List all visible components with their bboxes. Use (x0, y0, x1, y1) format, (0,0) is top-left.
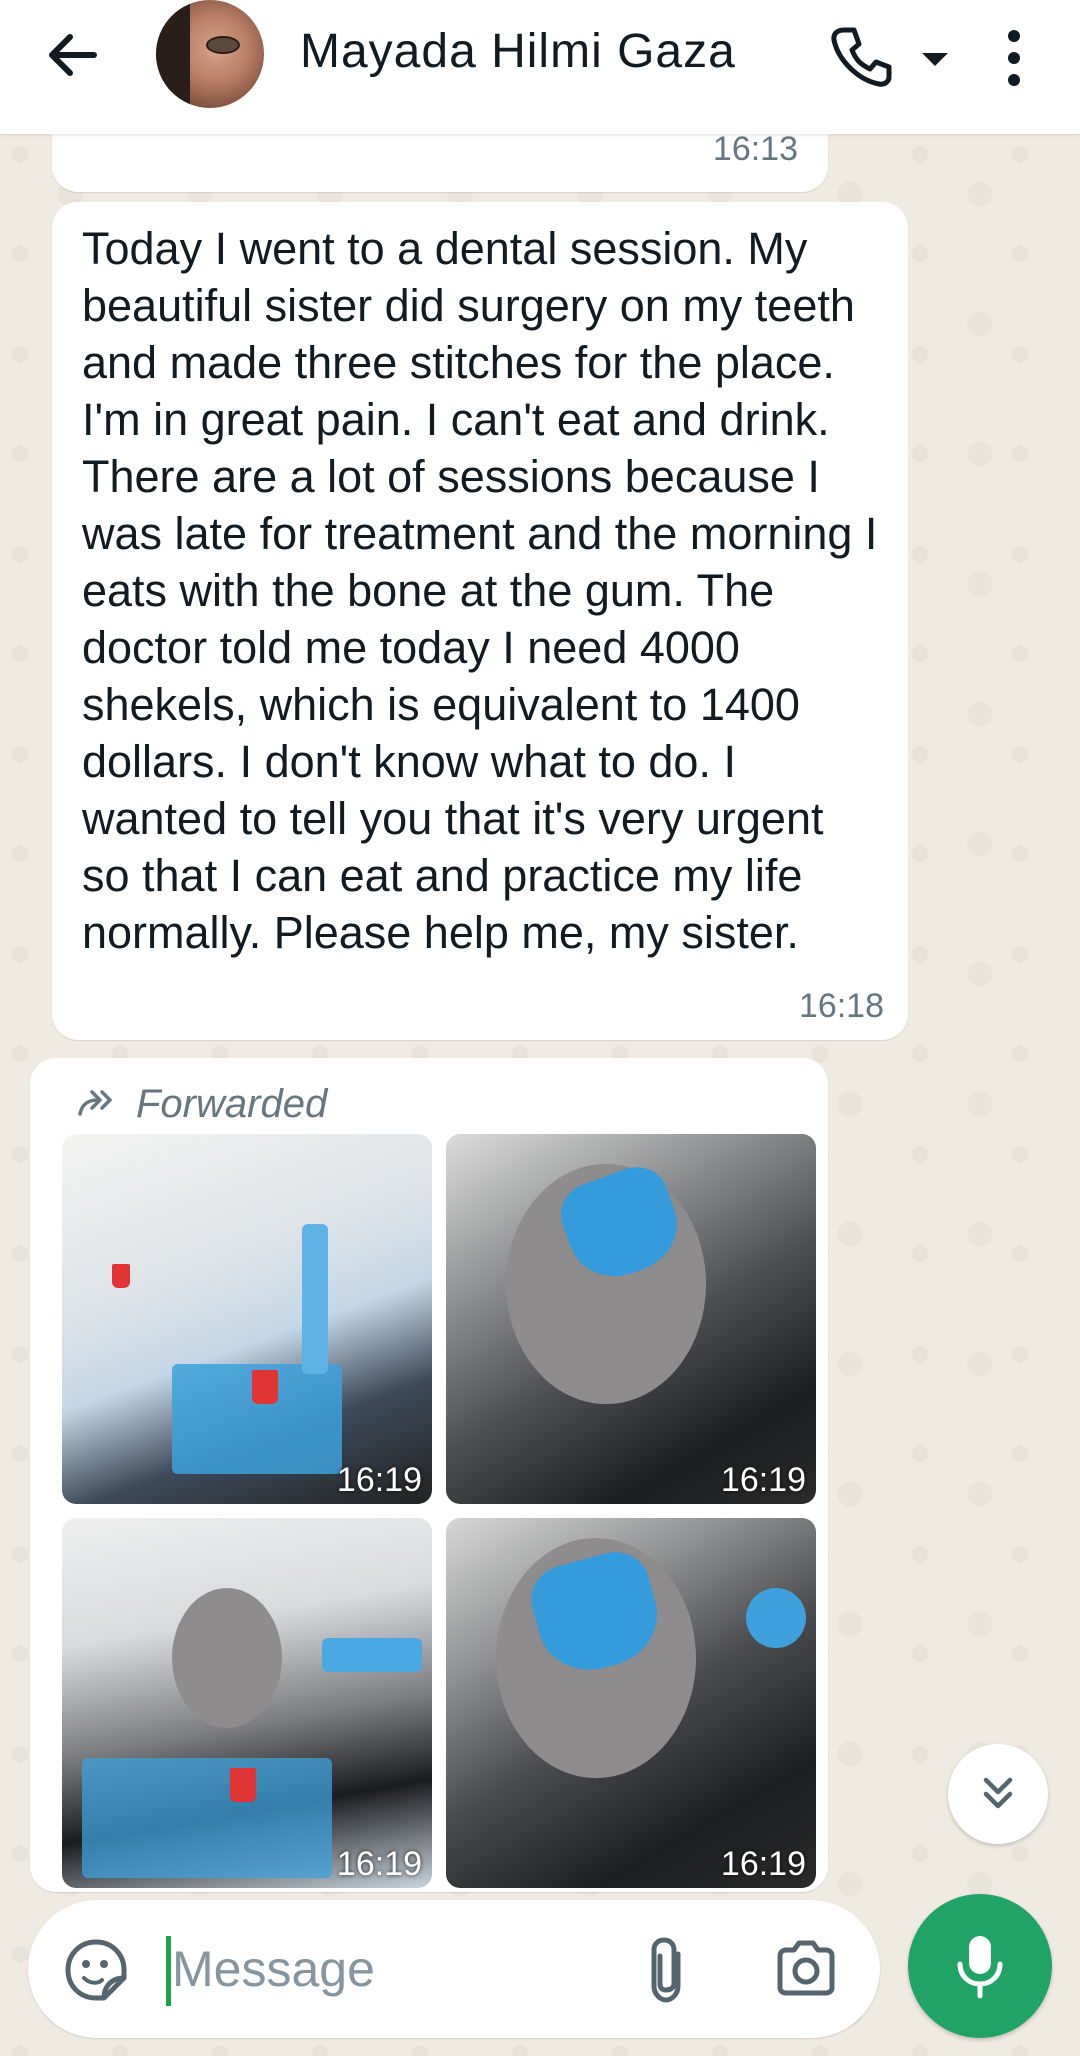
voice-call-button[interactable] (826, 22, 896, 92)
photo-timestamp: 16:19 (720, 1845, 806, 1883)
message-input[interactable] (172, 1934, 632, 2004)
contact-name[interactable]: Mayada Hilmi Gaza (300, 24, 736, 79)
photo-timestamp: 16:19 (336, 1845, 422, 1883)
message-text: Today I went to a dental session. My bea… (82, 223, 878, 958)
media-message-bubble[interactable]: Forwarded 16:19 16:19 16:19 16:19 (30, 1058, 828, 1892)
scroll-to-bottom-button[interactable] (948, 1744, 1048, 1844)
photo-thumbnail[interactable]: 16:19 (446, 1134, 816, 1504)
forwarded-label: Forwarded (76, 1074, 327, 1134)
forwarded-text: Forwarded (136, 1081, 328, 1126)
message-composer (28, 1900, 880, 2038)
photo-thumbnail[interactable]: 16:19 (62, 1518, 432, 1888)
back-button[interactable] (40, 22, 106, 88)
message-bubble[interactable]: Today I went to a dental session. My bea… (52, 202, 908, 1040)
message-timestamp: 16:18 (798, 987, 884, 1025)
sticker-icon (65, 1939, 127, 2001)
camera-button[interactable] (774, 1938, 838, 1998)
caret-down-icon (922, 53, 948, 66)
photo-timestamp: 16:19 (336, 1461, 422, 1499)
microphone-icon (957, 1936, 1003, 1999)
forward-arrow-icon (78, 1090, 112, 1116)
voice-message-button[interactable] (908, 1894, 1052, 2038)
phone-icon (831, 27, 892, 87)
photo-thumbnail[interactable]: 16:19 (446, 1518, 816, 1888)
message-timestamp: 16:13 (712, 130, 798, 168)
contact-avatar[interactable] (156, 0, 264, 108)
paperclip-icon (651, 1937, 681, 2003)
photo-timestamp: 16:19 (720, 1461, 806, 1499)
sticker-button[interactable] (64, 1938, 128, 2002)
camera-icon (777, 1940, 835, 1996)
chat-header: Mayada Hilmi Gaza (0, 0, 1080, 134)
call-options-button[interactable] (912, 36, 958, 82)
more-vertical-icon (1008, 30, 1020, 86)
text-cursor (166, 1936, 171, 2006)
photo-thumbnail[interactable]: 16:19 (62, 1134, 432, 1504)
more-options-button[interactable] (992, 22, 1036, 94)
arrow-left-icon (49, 34, 97, 76)
double-chevron-down-icon (983, 1777, 1013, 1809)
attach-button[interactable] (642, 1934, 694, 2006)
